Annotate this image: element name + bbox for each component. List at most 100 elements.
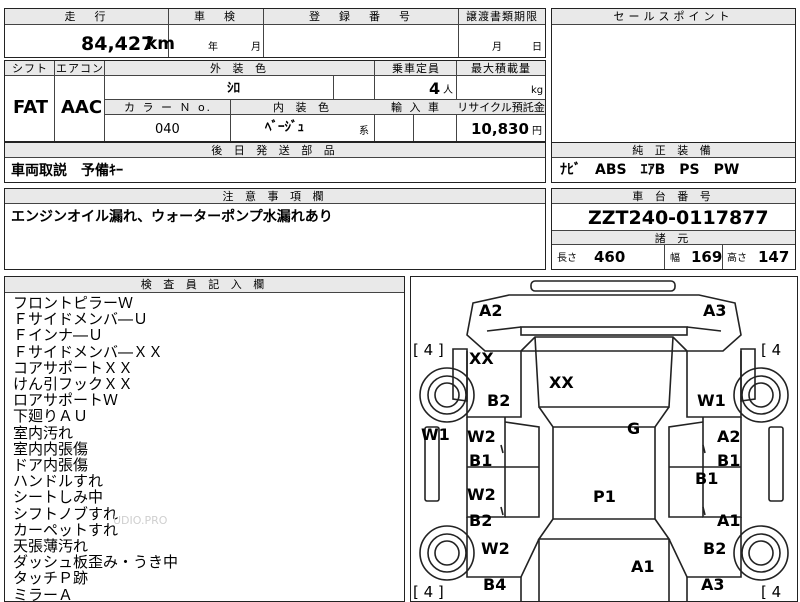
- damage-mark: A1: [631, 557, 655, 576]
- damage-mark: P1: [593, 487, 616, 506]
- inspector-line: タッチＰ跡: [13, 569, 89, 588]
- colorno-header: カ ラ ー Ｎ o.: [105, 100, 231, 115]
- damage-mark: XX: [549, 373, 574, 392]
- ext-color-value: ｼﾛ: [227, 81, 240, 96]
- seats-unit: 人: [443, 85, 453, 96]
- notes-block: 注 意 事 項 欄 エンジンオイル漏れ、ウォーターポンプ水漏れあり: [4, 188, 546, 270]
- tire-rear-left: [ 4 ]: [413, 583, 444, 601]
- length-label: 長さ: [557, 253, 577, 264]
- load-unit: kg: [531, 85, 544, 96]
- inspector-line: ハンドルすれ: [13, 472, 104, 491]
- inspector-line: フロントピラーＷ: [13, 294, 134, 312]
- car-diagram: [ 4 ] [ 4 [ 4 ] [ 4 A2 A3 XX XX B2 W1 W1…: [410, 276, 798, 602]
- sales-point-block: セールスポイント: [551, 8, 796, 143]
- shaken-header: 車 検: [169, 9, 264, 25]
- damage-mark: G: [627, 419, 641, 438]
- sales-point-header: セールスポイント: [552, 9, 795, 25]
- shaken-year: 年: [208, 42, 218, 53]
- damage-mark: B1: [717, 451, 741, 470]
- damage-mark: B2: [703, 539, 727, 558]
- shift-value: FAT: [13, 97, 49, 118]
- damage-mark: A1: [717, 511, 741, 530]
- width-label: 幅: [670, 253, 680, 264]
- damage-mark: B2: [469, 511, 493, 530]
- inspector-line: ダッシュ板歪み・うき中: [13, 553, 179, 572]
- equipment-value: ﾅﾋﾞ ABS ｴｱB PS PW: [560, 162, 740, 178]
- load-header: 最大積載量: [457, 61, 545, 76]
- notes-value: エンジンオイル漏れ、ウォーターポンプ水漏れあり: [11, 209, 333, 225]
- damage-mark: W1: [421, 425, 450, 444]
- inspector-line: 天張薄汚れ: [13, 537, 89, 555]
- mileage-unit: km: [146, 34, 176, 54]
- ac-value: AAC: [61, 97, 103, 118]
- damage-mark: W1: [697, 391, 726, 410]
- inspector-line: コアサポートＸＸ: [13, 358, 134, 377]
- inspector-line: けん引フックＸＸ: [13, 375, 134, 393]
- damage-mark: A3: [701, 575, 725, 594]
- inspector-line: 下廻りＡＵ: [13, 407, 89, 426]
- transfer-day: 日: [532, 42, 542, 53]
- spec-block: シフト エアコン 外 装 色 乗車定員 最大積載量 カ ラ ー Ｎ o. 内 装…: [4, 60, 546, 142]
- tire-rear-right: [ 4: [761, 583, 782, 601]
- inspector-line: 室内内張傷: [13, 439, 89, 458]
- import-header: 輸 入 車: [375, 100, 457, 115]
- inspector-line: シートしみ中: [13, 488, 104, 507]
- chassis-header: 車 台 番 号: [552, 189, 795, 204]
- length-value: 460: [594, 248, 626, 266]
- watermark: UDIO.PRO: [113, 514, 168, 527]
- chassis-value: ZZT240-0117877: [588, 207, 769, 229]
- later-parts-header: 後 日 発 送 部 品: [5, 143, 545, 158]
- ext-color-header: 外 装 色: [105, 61, 375, 76]
- height-value: 147: [758, 248, 790, 266]
- shaken-month: 月: [251, 42, 261, 53]
- damage-mark: XX: [469, 349, 494, 368]
- damage-mark: W2: [481, 539, 510, 558]
- int-color-value: ﾍﾞｰｼﾞｭ: [265, 120, 304, 135]
- damage-mark: W2: [467, 485, 496, 504]
- damage-mark: W2: [467, 427, 496, 446]
- damage-mark: B1: [469, 451, 493, 470]
- recycle-unit: 円: [532, 126, 542, 137]
- inspector-line: ドア内張傷: [13, 456, 89, 474]
- inspector-line: 室内汚れ: [13, 423, 74, 442]
- later-parts-value: 車両取説 予備ｷｰ: [11, 163, 123, 179]
- recycle-header: リサイクル預託金: [457, 100, 545, 115]
- mileage-header: 走 行: [5, 9, 169, 25]
- transfer-month: 月: [492, 42, 502, 53]
- inspector-header: 検 査 員 記 入 欄: [5, 277, 404, 293]
- tire-front-right: [ 4: [761, 341, 782, 359]
- recycle-value: 10,830: [471, 120, 529, 138]
- equipment-block: 純 正 装 備 ﾅﾋﾞ ABS ｴｱB PS PW: [551, 142, 796, 183]
- damage-mark: A3: [703, 301, 727, 320]
- seats-value: 4: [429, 79, 441, 98]
- damage-mark: A2: [717, 427, 741, 446]
- inspector-block: 検 査 員 記 入 欄 フロントピラーＷ Ｆサイドメンバ―Ｕ Ｆインナ―Ｕ Ｆサイドメ…: [4, 276, 405, 602]
- transfer-deadline-header: 譲渡書類期限: [459, 9, 545, 25]
- ac-header: エアコン: [55, 61, 105, 76]
- dims-header: 諸 元: [552, 230, 795, 245]
- damage-mark: B1: [695, 469, 719, 488]
- inspector-line: Ｆサイドメンバ―ＸＸ: [13, 342, 164, 361]
- shift-header: シフト: [5, 61, 55, 76]
- notes-header: 注 意 事 項 欄: [5, 189, 545, 204]
- inspector-line: カーペットすれ: [13, 520, 119, 539]
- int-color-header: 内 装 色: [231, 100, 375, 115]
- equipment-header: 純 正 装 備: [552, 143, 795, 158]
- registration-header: 登 録 番 号: [264, 9, 459, 25]
- colorno-value: 040: [155, 122, 180, 137]
- inspector-line: Ｆインナ―Ｕ: [13, 326, 104, 345]
- inspector-line: シフトノブすれ: [13, 504, 119, 523]
- height-label: 高さ: [727, 253, 747, 264]
- inspector-line: Ｆサイドメンバ―Ｕ: [13, 310, 149, 329]
- chassis-block: 車 台 番 号 ZZT240-0117877 諸 元 長さ 460 幅 169 …: [551, 188, 796, 270]
- top-info-block: 走 行 車 検 登 録 番 号 譲渡書類期限 84,427 km 年 月 月 日: [4, 8, 546, 58]
- seats-header: 乗車定員: [375, 61, 457, 76]
- mileage-value: 84,427: [81, 33, 155, 55]
- tire-front-left: [ 4 ]: [413, 341, 444, 359]
- inspector-line: ロアサポートＷ: [13, 391, 119, 410]
- damage-mark: B4: [483, 575, 507, 594]
- later-parts-block: 後 日 発 送 部 品 車両取説 予備ｷｰ: [4, 142, 546, 183]
- damage-mark: A2: [479, 301, 503, 320]
- damage-mark: B2: [487, 391, 511, 410]
- int-color-suffix: 系: [359, 126, 369, 137]
